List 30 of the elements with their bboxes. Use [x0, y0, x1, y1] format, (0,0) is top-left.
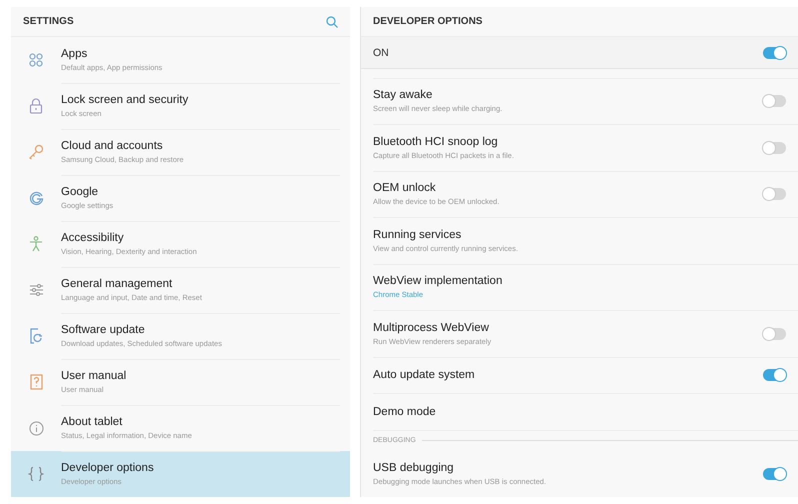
option-title[interactable]: Stay awake [373, 89, 502, 102]
toggle-switch[interactable] [763, 468, 786, 480]
lock-icon [29, 98, 43, 114]
person-icon [29, 236, 43, 252]
panel-title: SETTINGS [23, 16, 74, 27]
update-icon [29, 328, 43, 344]
g-letter-icon [28, 190, 44, 206]
panel-title: DEVELOPER OPTIONS [373, 16, 482, 28]
master-switch-label: ON [373, 46, 389, 59]
option-title[interactable]: WebView implementation [373, 275, 502, 288]
option-title[interactable]: Bluetooth HCI snoop log [373, 136, 514, 148]
braces-icon [28, 466, 44, 482]
toggle-switch[interactable] [763, 142, 786, 154]
search-icon[interactable] [326, 16, 338, 28]
info-icon [28, 420, 44, 436]
option-title[interactable]: Demo mode [373, 406, 436, 418]
toggle-switch[interactable] [763, 328, 786, 340]
toggle-switch[interactable] [763, 95, 786, 108]
toggle-switch[interactable] [763, 46, 786, 59]
toggle-switch[interactable] [763, 188, 786, 200]
option-title[interactable]: OEM unlock [373, 182, 500, 194]
option-title[interactable]: Running services [373, 228, 518, 241]
key-icon [28, 144, 44, 160]
toggle-switch[interactable] [763, 369, 786, 382]
option-title[interactable]: Auto update system [373, 369, 475, 382]
manual-icon [30, 374, 42, 390]
option-title[interactable]: Multiprocess WebView [373, 322, 492, 334]
sliders-icon [28, 283, 44, 297]
option-title[interactable]: USB debugging [373, 462, 546, 474]
grid-icon [29, 53, 43, 67]
